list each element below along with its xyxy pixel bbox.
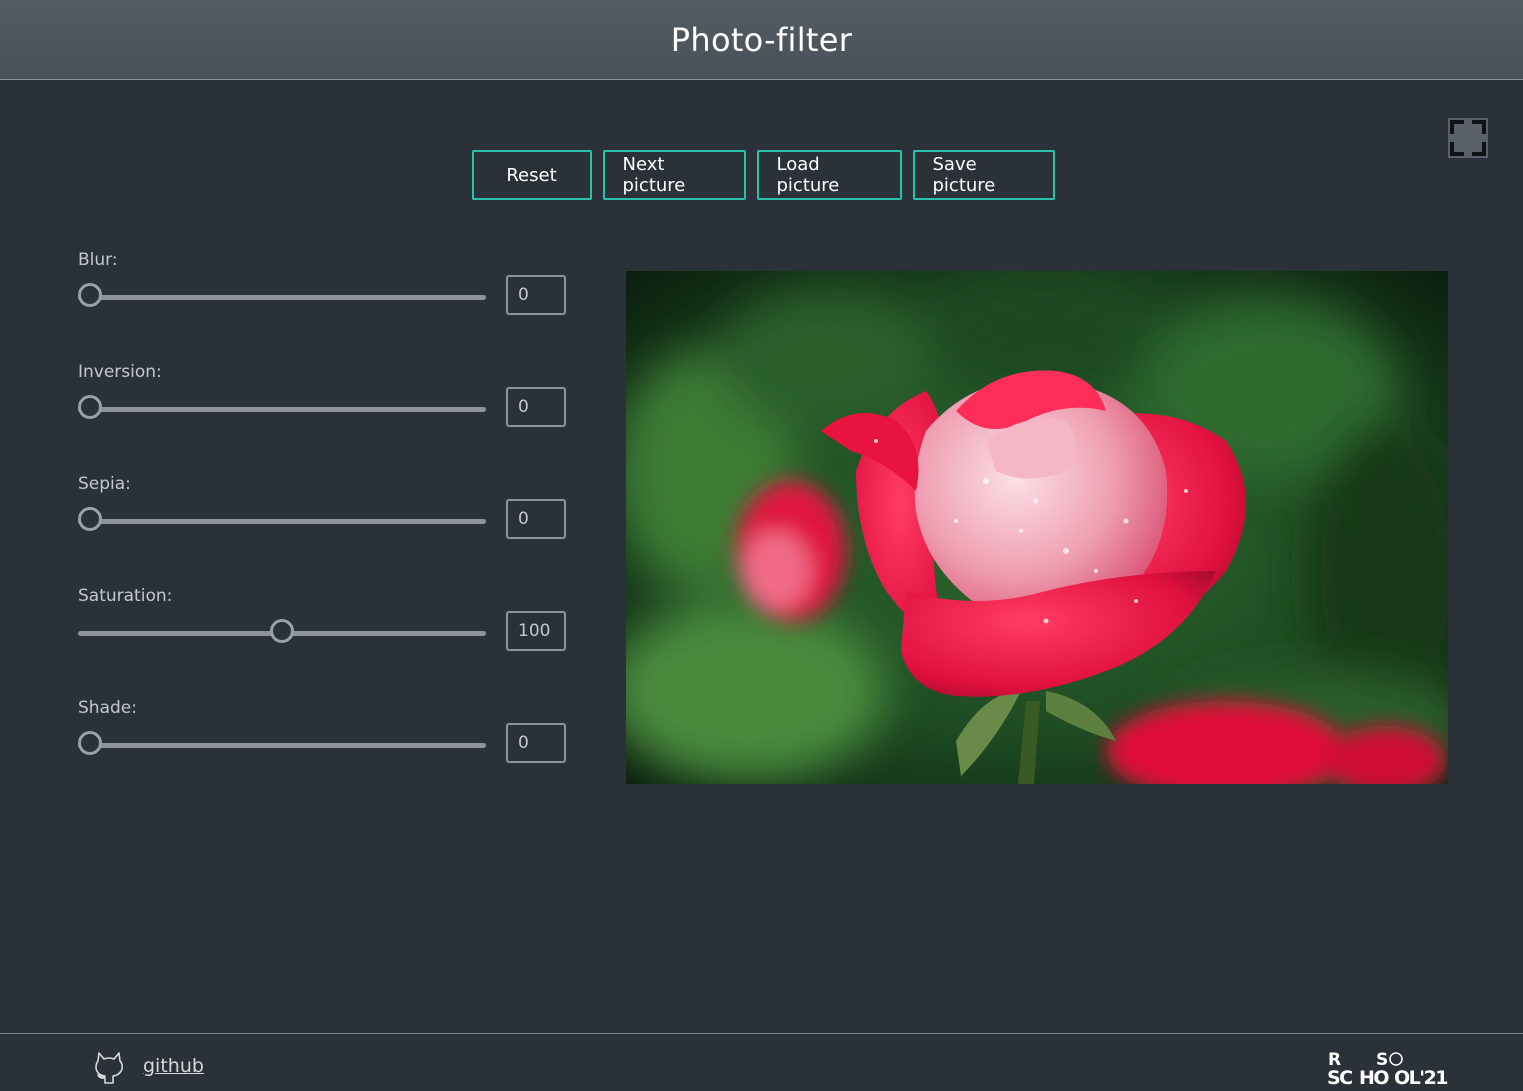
filter-saturation: Saturation: 100 (78, 586, 568, 698)
filter-label: Saturation: (78, 586, 173, 606)
save-picture-button[interactable]: Save picture (912, 150, 1055, 200)
filter-shade: Shade: 0 (78, 698, 568, 810)
photo-preview (626, 271, 1448, 784)
slider-thumb[interactable] (78, 395, 102, 419)
toolbar: Reset Next picture Load picture Save pic… (0, 150, 1523, 200)
blur-value: 0 (506, 275, 566, 315)
slider-thumb[interactable] (78, 507, 102, 531)
filter-label: Inversion: (78, 362, 162, 382)
inversion-slider[interactable] (78, 395, 486, 419)
footer: github R S SC HO OL'21 (0, 1033, 1523, 1091)
rs-school-logo[interactable]: R S SC HO OL'21 (1327, 1049, 1449, 1089)
filter-sepia: Sepia: 0 (78, 474, 568, 586)
slider-thumb[interactable] (270, 619, 294, 643)
github-icon[interactable] (94, 1049, 124, 1085)
svg-text:OL'21: OL'21 (1394, 1067, 1447, 1089)
rose-photo (626, 271, 1448, 784)
page-title: Photo-filter (670, 20, 853, 59)
slider-thumb[interactable] (78, 283, 102, 307)
sepia-value: 0 (506, 499, 566, 539)
sepia-slider[interactable] (78, 507, 486, 531)
svg-text:HO: HO (1359, 1067, 1389, 1089)
shade-value: 0 (506, 723, 566, 763)
slider-thumb[interactable] (78, 731, 102, 755)
filter-label: Shade: (78, 698, 137, 718)
filter-label: Blur: (78, 250, 118, 270)
filters-panel: Blur: 0 Inversion: 0 Sepia: 0 Saturation… (78, 250, 568, 810)
header: Photo-filter (0, 0, 1523, 80)
shade-slider[interactable] (78, 731, 486, 755)
blur-slider[interactable] (78, 283, 486, 307)
filter-label: Sepia: (78, 474, 131, 494)
saturation-value: 100 (506, 611, 566, 651)
filter-blur: Blur: 0 (78, 250, 568, 362)
reset-button[interactable]: Reset (471, 150, 592, 200)
next-picture-button[interactable]: Next picture (602, 150, 746, 200)
github-link[interactable]: github (143, 1055, 204, 1077)
saturation-slider[interactable] (78, 619, 486, 643)
load-picture-button[interactable]: Load picture (756, 150, 902, 200)
filter-inversion: Inversion: 0 (78, 362, 568, 474)
inversion-value: 0 (506, 387, 566, 427)
svg-text:SC: SC (1327, 1067, 1352, 1089)
